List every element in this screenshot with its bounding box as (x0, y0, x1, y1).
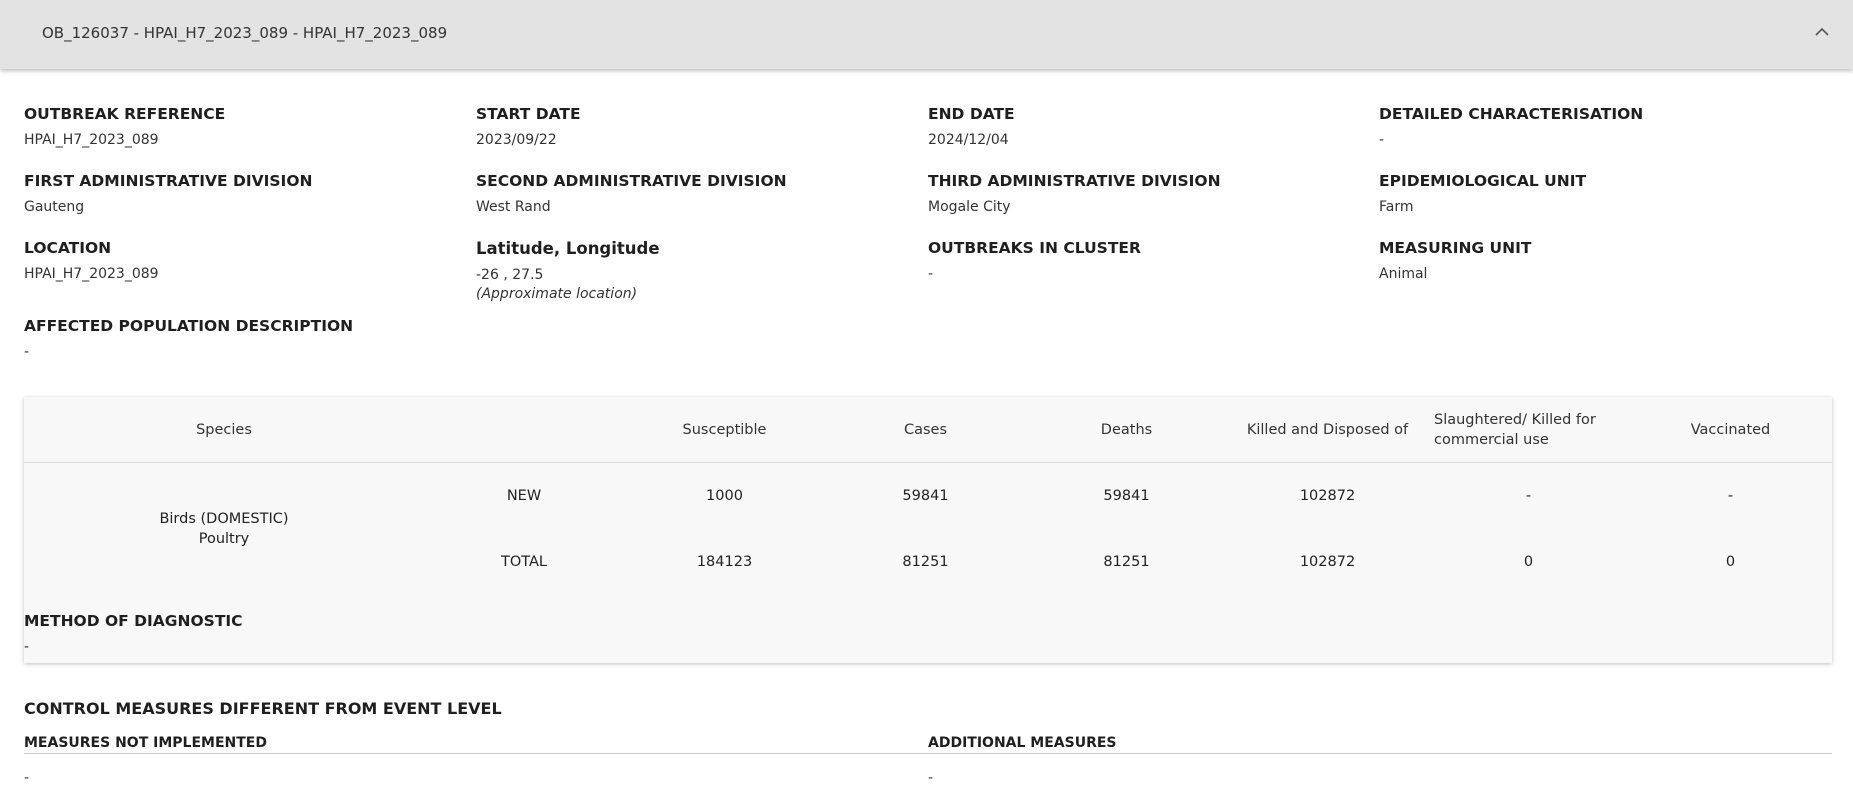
field-label: MEASURING UNIT (1379, 239, 1532, 257)
field-label: DETAILED CHARACTERISATION (1379, 105, 1644, 123)
field-label: THIRD ADMINISTRATIVE DIVISION (928, 172, 1221, 190)
field-value: 2024/12/04 (928, 132, 1009, 148)
cell-vaccinated: 0 (1725, 554, 1736, 570)
field-value: West Rand (476, 199, 551, 215)
header-type (424, 397, 624, 463)
field-affected-population: AFFECTED POPULATION DESCRIPTION - (24, 317, 464, 360)
header-slaughtered: Slaughtered/ Killed for commercial use (1428, 397, 1629, 463)
field-measuring-unit: MEASURING UNIT Animal (1379, 239, 1819, 282)
field-location: LOCATION HPAI_H7_2023_089 (24, 239, 464, 282)
cell-killed: 102872 (1299, 488, 1356, 504)
field-start-date: START DATE 2023/09/22 (476, 105, 916, 148)
table-row: Birds (DOMESTIC) Poultry NEW 1000 59841 … (24, 463, 1832, 547)
header-species: Species (24, 397, 424, 463)
row-type: TOTAL (501, 554, 547, 570)
species-category: Poultry (198, 531, 250, 547)
field-label: SECOND ADMINISTRATIVE DIVISION (476, 172, 787, 190)
header-vaccinated: Vaccinated (1629, 397, 1832, 463)
measures-not-implemented-label: MEASURES NOT IMPLEMENTED (24, 735, 928, 754)
additional-measures-value: - (928, 770, 934, 786)
cell-vaccinated: - (1727, 488, 1734, 504)
field-value: Gauteng (24, 199, 85, 215)
cell-killed: 102872 (1299, 554, 1356, 570)
cell-susceptible: 184123 (696, 554, 753, 570)
field-first-admin-division: FIRST ADMINISTRATIVE DIVISION Gauteng (24, 172, 464, 215)
header-deaths: Deaths (1026, 397, 1227, 463)
field-value: - (1379, 132, 1385, 148)
field-detailed-characterisation: DETAILED CHARACTERISATION - (1379, 105, 1819, 148)
additional-measures: ADDITIONAL MEASURES - (928, 735, 1832, 786)
chevron-up-icon[interactable] (1813, 22, 1831, 40)
cell-slaughtered: 0 (1523, 554, 1534, 570)
cell-cases: 81251 (902, 554, 949, 570)
header-killed: Killed and Disposed of (1227, 397, 1428, 463)
field-value: Mogale City (928, 199, 1011, 215)
field-label: AFFECTED POPULATION DESCRIPTION (24, 317, 354, 335)
header-susceptible: Susceptible (624, 397, 825, 463)
field-label: EPIDEMIOLOGICAL UNIT (1379, 172, 1587, 190)
outbreak-panel-header[interactable]: OB_126037 - HPAI_H7_2023_089 - HPAI_H7_2… (0, 0, 1853, 69)
field-label: METHOD OF DIAGNOSTIC (24, 612, 243, 630)
cell-slaughtered: - (1525, 488, 1532, 504)
field-label: Latitude, Longitude (476, 239, 660, 258)
species-name: Birds (DOMESTIC) (159, 511, 289, 527)
panel-title: OB_126037 - HPAI_H7_2023_089 - HPAI_H7_2… (42, 24, 448, 42)
field-value: Farm (1379, 199, 1414, 215)
field-label: LOCATION (24, 239, 112, 257)
measures-not-implemented-value: - (24, 770, 30, 786)
cell-susceptible: 1000 (706, 488, 743, 504)
field-label: END DATE (928, 105, 1015, 123)
approximate-location-note: (Approximate location) (476, 286, 638, 302)
header-cases: Cases (825, 397, 1026, 463)
field-value: Animal (1379, 266, 1428, 282)
field-label: OUTBREAK REFERENCE (24, 105, 226, 123)
field-value: HPAI_H7_2023_089 (24, 266, 159, 282)
field-label: OUTBREAKS IN CLUSTER (928, 239, 1141, 257)
field-second-admin-division: SECOND ADMINISTRATIVE DIVISION West Rand (476, 172, 916, 215)
field-value: HPAI_H7_2023_089 (24, 132, 159, 148)
field-value: - (24, 344, 30, 360)
field-label: START DATE (476, 105, 581, 123)
field-third-admin-division: THIRD ADMINISTRATIVE DIVISION Mogale Cit… (928, 172, 1368, 215)
field-method-of-diagnostic: METHOD OF DIAGNOSTIC - (24, 612, 464, 655)
additional-measures-label: ADDITIONAL MEASURES (928, 735, 1832, 754)
field-epidemiological-unit: EPIDEMIOLOGICAL UNIT Farm (1379, 172, 1819, 215)
field-end-date: END DATE 2024/12/04 (928, 105, 1368, 148)
row-type: NEW (506, 488, 542, 504)
cell-deaths: 81251 (1103, 554, 1150, 570)
measures-not-implemented: MEASURES NOT IMPLEMENTED - (24, 735, 928, 786)
field-outbreaks-in-cluster: OUTBREAKS IN CLUSTER - (928, 239, 1368, 282)
field-value: - (24, 639, 30, 655)
control-measures-title: CONTROL MEASURES DIFFERENT FROM EVENT LE… (24, 699, 502, 718)
field-value: -26 , 27.5 (476, 267, 544, 283)
field-value: - (928, 266, 934, 282)
field-label: FIRST ADMINISTRATIVE DIVISION (24, 172, 313, 190)
cell-deaths: 59841 (1103, 488, 1150, 504)
species-table-grid: Species Susceptible Cases Deaths Killed … (24, 397, 1832, 595)
cell-cases: 59841 (902, 488, 949, 504)
field-outbreak-reference: OUTBREAK REFERENCE HPAI_H7_2023_089 (24, 105, 464, 148)
table-header-row: Species Susceptible Cases Deaths Killed … (24, 397, 1832, 463)
species-cell: Birds (DOMESTIC) Poultry (24, 463, 424, 596)
field-value: 2023/09/22 (476, 132, 557, 148)
field-lat-long: Latitude, Longitude -26 , 27.5 (Approxim… (476, 239, 916, 302)
